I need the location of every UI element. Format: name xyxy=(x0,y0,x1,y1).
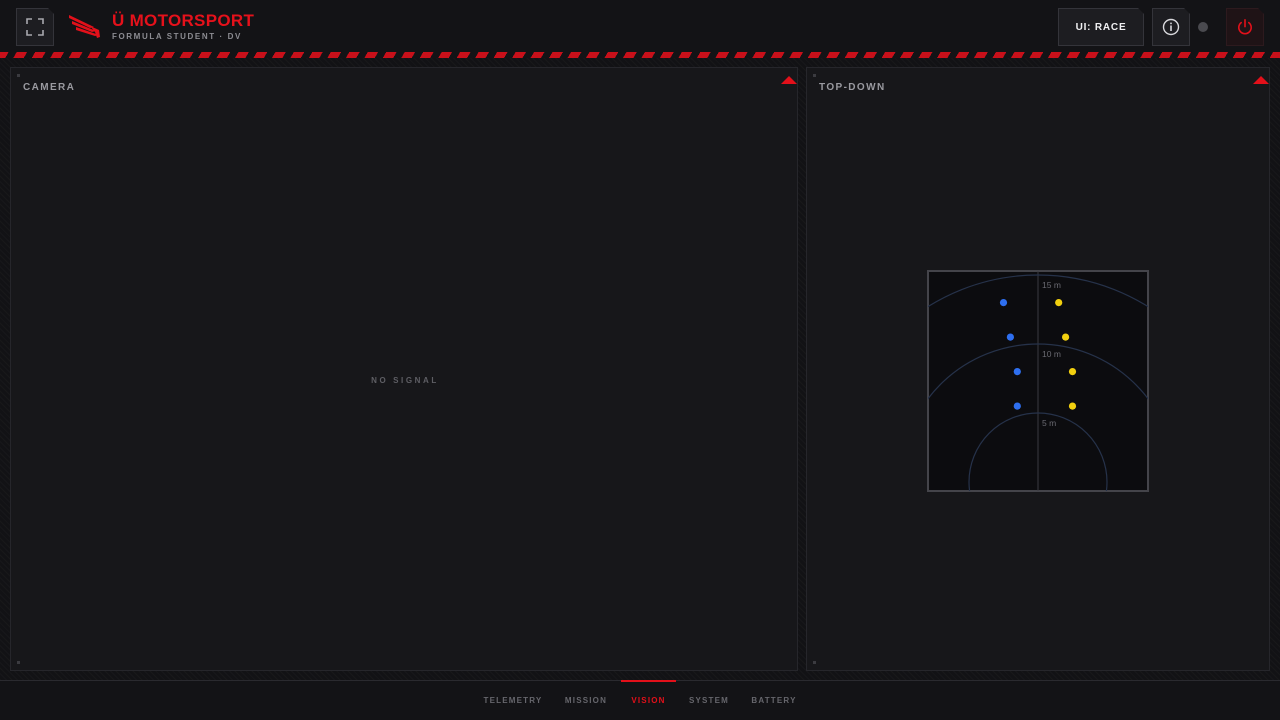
yellow-cone-marker xyxy=(1068,368,1077,376)
fullscreen-button[interactable] xyxy=(16,8,54,46)
camera-panel: CAMERA NO SIGNAL xyxy=(10,67,798,671)
power-icon xyxy=(1236,18,1254,36)
bottom-nav: TELEMETRY MISSION VISION SYSTEM BATTERY xyxy=(0,680,1280,720)
topdown-panel-title: TOP-DOWN xyxy=(819,82,886,93)
camera-panel-title: CAMERA xyxy=(23,82,76,93)
topdown-map: 15 m 10 m 5 m xyxy=(927,270,1149,492)
header-bar: Ü MOTORSPORT FORMULA STUDENT · DV UI: RA… xyxy=(0,0,1280,52)
range-ring-label: 15 m xyxy=(1042,280,1061,290)
panel-corner-marker xyxy=(813,74,816,77)
tab-telemetry[interactable]: TELEMETRY xyxy=(476,681,550,720)
panel-corner-marker xyxy=(17,661,20,664)
yellow-cone-marker xyxy=(1055,299,1063,307)
brand-title: Ü MOTORSPORT xyxy=(112,11,255,30)
power-button[interactable] xyxy=(1226,8,1264,46)
collapse-panel-icon[interactable] xyxy=(1253,76,1269,84)
brand-subtitle: FORMULA STUDENT · DV xyxy=(112,32,242,41)
blue-cone-marker xyxy=(999,299,1008,307)
info-button[interactable] xyxy=(1152,8,1190,46)
tab-vision[interactable]: VISION xyxy=(621,680,676,720)
panel-corner-marker xyxy=(17,74,20,77)
tab-battery[interactable]: BATTERY xyxy=(744,681,804,720)
blue-cone-marker xyxy=(1013,402,1021,410)
blue-cone-marker xyxy=(1013,368,1021,376)
panel-corner-marker xyxy=(813,661,816,664)
topdown-panel: TOP-DOWN 15 m 10 m 5 m xyxy=(806,67,1270,671)
main-content: CAMERA NO SIGNAL TOP-DOWN 15 m 10 m 5 m xyxy=(0,58,1280,680)
range-ring-label: 10 m xyxy=(1042,349,1061,359)
logo-icon xyxy=(69,15,100,38)
ui-mode-button[interactable]: UI: RACE xyxy=(1058,8,1144,46)
tab-mission[interactable]: MISSION xyxy=(558,681,614,720)
camera-no-signal-text: NO SIGNAL xyxy=(371,376,439,385)
collapse-panel-icon[interactable] xyxy=(781,76,797,84)
connection-status-dot xyxy=(1198,22,1208,32)
info-icon xyxy=(1162,18,1180,36)
fullscreen-icon xyxy=(26,18,44,36)
range-ring-label: 5 m xyxy=(1042,418,1056,428)
blue-cone-marker xyxy=(1006,333,1014,341)
yellow-cone-marker xyxy=(1062,333,1070,341)
yellow-cone-marker xyxy=(1068,402,1077,410)
tab-system[interactable]: SYSTEM xyxy=(682,681,736,720)
